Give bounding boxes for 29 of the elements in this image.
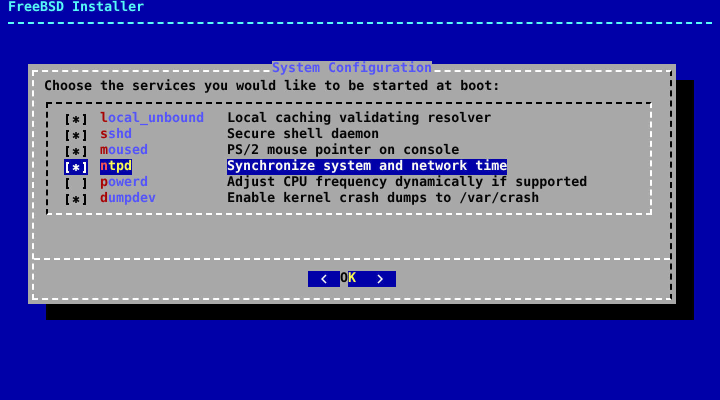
checkbox[interactable] — [64, 191, 88, 207]
service-description: Local caching validating resolver — [227, 111, 492, 127]
dialog-title: System Configuration — [272, 61, 432, 76]
service-description: PS/2 mouse pointer on console — [227, 143, 460, 159]
service-name[interactable]: moused — [100, 143, 148, 159]
checkbox[interactable] — [64, 159, 88, 175]
checkbox[interactable] — [64, 143, 88, 159]
service-name[interactable]: ntpd — [100, 159, 132, 175]
installer-title: FreeBSD Installer — [8, 0, 144, 16]
service-name[interactable]: powerd — [100, 175, 148, 191]
service-name[interactable]: sshd — [100, 127, 132, 143]
prompt-text: Choose the services you would like to be started at boot: — [44, 79, 502, 95]
checkbox[interactable] — [64, 127, 88, 143]
chevron-left-icon — [320, 274, 327, 284]
service-name[interactable]: local_unbound — [100, 111, 204, 127]
ok-button[interactable]: OK — [308, 271, 396, 287]
checkbox[interactable] — [64, 111, 88, 127]
checkbox[interactable] — [64, 175, 88, 191]
asterisk-icon — [72, 114, 80, 124]
service-description: Synchronize system and network time — [227, 159, 508, 175]
asterisk-icon — [72, 146, 80, 156]
service-description: Adjust CPU frequency dynamically if supported — [227, 175, 588, 191]
asterisk-icon — [72, 162, 80, 172]
service-description: Secure shell daemon — [227, 127, 380, 143]
asterisk-icon — [72, 130, 80, 140]
service-description: Enable kernel crash dumps to /var/crash — [227, 191, 540, 207]
service-name[interactable]: dumpdev — [100, 191, 156, 207]
chevron-right-icon — [377, 274, 384, 284]
asterisk-icon — [72, 194, 80, 204]
